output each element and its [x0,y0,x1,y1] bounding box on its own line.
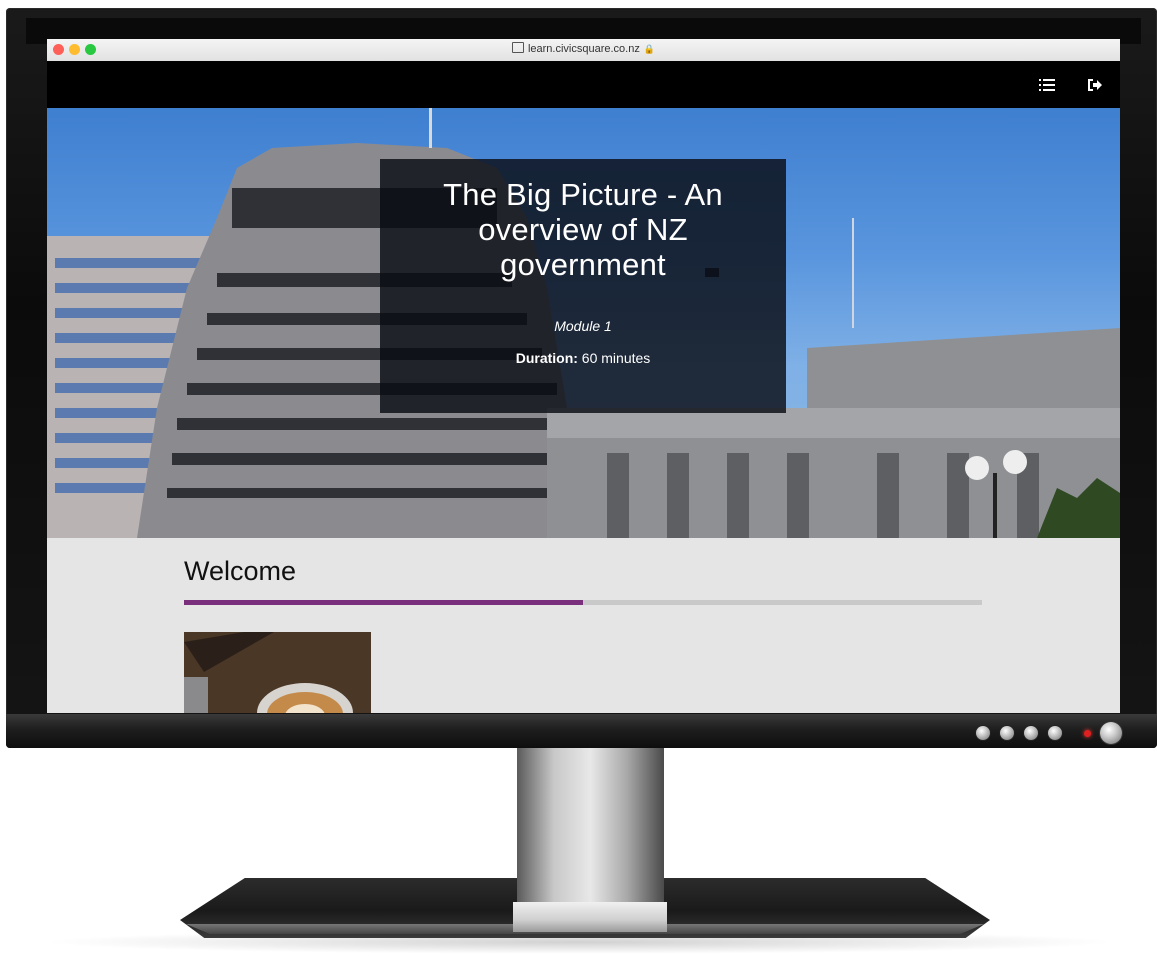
hero-banner: The Big Picture - An overview of NZ gove… [47,108,1120,538]
monitor-chin [6,714,1157,748]
power-led-icon [1084,730,1091,737]
address-bar[interactable]: learn.civicsquare.co.nz 🔒 [47,42,1120,55]
duration-label: Duration: [515,350,578,366]
progress-fill [184,600,583,605]
content-area: Welcome [47,538,1120,713]
power-button[interactable] [1100,722,1122,744]
module-duration: Duration: 60 minutes [380,350,786,366]
list-icon [1039,79,1055,91]
monitor-control-button[interactable] [1048,726,1062,740]
app-header [47,61,1120,108]
monitor-control-button[interactable] [1000,726,1014,740]
monitor-control-button[interactable] [1024,726,1038,740]
logout-button[interactable] [1085,75,1105,95]
module-title: The Big Picture - An overview of NZ gove… [443,177,723,282]
browser-toolbar: learn.civicsquare.co.nz 🔒 [47,39,1120,62]
coffee-thumbnail-image[interactable] [184,632,371,713]
monitor-stand-neck [517,748,664,908]
coffee-cup-icon [184,632,371,713]
monitor-stand-collar [513,902,667,932]
monitor-control-button[interactable] [976,726,990,740]
module-info-card: The Big Picture - An overview of NZ gove… [380,159,786,413]
duration-value: 60 minutes [577,350,651,366]
screen: learn.civicsquare.co.nz 🔒 The Big Pictur… [47,39,1120,713]
url-text: learn.civicsquare.co.nz [527,43,640,55]
section-heading: Welcome [184,556,297,586]
menu-button[interactable] [1037,75,1057,95]
lock-icon: 🔒 [643,44,656,54]
module-number: Module 1 [554,318,612,334]
page-icon [511,42,524,53]
sign-out-icon [1088,79,1102,91]
progress-bar [184,600,982,605]
